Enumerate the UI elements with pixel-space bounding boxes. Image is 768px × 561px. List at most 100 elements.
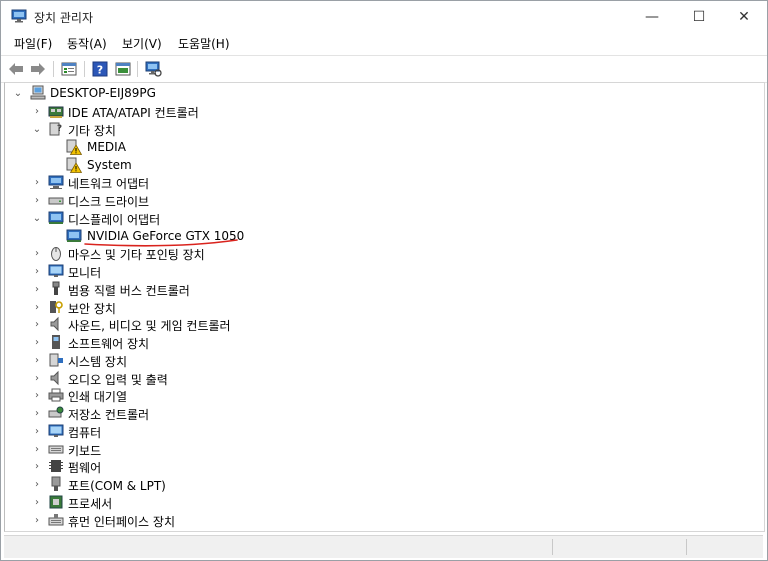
tree-item-label: 소프트웨어 장치 <box>68 337 150 351</box>
hid-icon <box>48 512 64 528</box>
root-label: DESKTOP-EIJ89PG <box>50 86 156 100</box>
tree-item-security-devices[interactable]: › 보안 장치 <box>5 299 745 316</box>
chevron-right-icon[interactable]: › <box>32 408 42 419</box>
tree-item-processors[interactable]: › 프로세서 <box>5 494 745 511</box>
window-title: 장치 관리자 <box>34 11 94 25</box>
tree-item-disk-drives[interactable]: › 디스크 드라이브 <box>5 192 745 210</box>
tree-item-label: 휴먼 인터페이스 장치 <box>68 515 175 529</box>
status-bar <box>4 535 763 558</box>
other-devices-icon: ? <box>48 121 64 137</box>
close-button[interactable]: ✕ <box>721 1 767 32</box>
chevron-right-icon[interactable]: › <box>32 302 42 313</box>
tree-item-network-adapters[interactable]: › 네트워크 어댑터 <box>5 174 745 191</box>
tree-item-computer[interactable]: › 컴퓨터 <box>5 423 745 440</box>
minimize-button[interactable]: — <box>629 1 675 32</box>
tree-item-label: 포트(COM & LPT) <box>68 479 166 493</box>
display-adapter-icon <box>48 210 64 226</box>
help-icon[interactable]: ? <box>90 59 110 79</box>
tree-item-media[interactable]: MEDIA <box>5 139 745 156</box>
tree-item-label: 마우스 및 기타 포인팅 장치 <box>68 248 205 262</box>
audio-io-icon <box>48 370 64 386</box>
software-device-icon <box>48 334 64 350</box>
menu-action[interactable]: 동작(A) <box>67 35 107 52</box>
status-divider <box>552 539 553 555</box>
svg-text:?: ? <box>97 64 103 77</box>
tree-item-audio-io[interactable]: › 오디오 입력 및 출력 <box>5 370 745 387</box>
tree-item-label: IDE ATA/ATAPI 컨트롤러 <box>68 106 199 120</box>
chevron-right-icon[interactable]: › <box>32 390 42 401</box>
chevron-right-icon[interactable]: › <box>32 426 42 437</box>
tree-item-sound-video-game[interactable]: › 사운드, 비디오 및 게임 컨트롤러 <box>5 316 745 333</box>
tree-item-label: 범용 직렬 버스 컨트롤러 <box>68 284 190 298</box>
chevron-right-icon[interactable]: › <box>32 284 42 295</box>
tree-item-storage-controllers[interactable]: › 저장소 컨트롤러 <box>5 405 745 422</box>
chevron-right-icon[interactable]: › <box>32 319 42 330</box>
chevron-right-icon[interactable]: › <box>32 355 42 366</box>
properties-icon[interactable] <box>59 59 79 79</box>
tree-item-system-devices[interactable]: › 시스템 장치 <box>5 352 745 369</box>
tree-item-firmware[interactable]: › 펌웨어 <box>5 458 745 475</box>
tree-item-mice[interactable]: › 마우스 및 기타 포인팅 장치 <box>5 245 745 262</box>
chevron-right-icon[interactable]: › <box>32 373 42 384</box>
back-icon[interactable] <box>6 59 26 79</box>
tree-item-ports[interactable]: › 포트(COM & LPT) <box>5 476 745 493</box>
tree-item-label: 펌웨어 <box>68 461 102 475</box>
scan-hardware-icon[interactable] <box>143 59 163 79</box>
security-device-icon <box>48 299 64 315</box>
tree-item-label: 오디오 입력 및 출력 <box>68 373 168 387</box>
chevron-right-icon[interactable]: › <box>32 106 42 117</box>
tree-item-label: 기타 장치 <box>68 124 116 138</box>
computer-root-icon <box>30 85 46 101</box>
toolbar-separator <box>53 61 54 77</box>
chevron-right-icon[interactable]: › <box>32 515 42 526</box>
tree-item-monitors[interactable]: › 모니터 <box>5 263 745 280</box>
chevron-right-icon[interactable]: › <box>32 266 42 277</box>
chevron-right-icon[interactable]: › <box>32 195 42 206</box>
warning-device-icon <box>66 139 83 155</box>
tree-root[interactable]: ⌄ DESKTOP-EIJ89PG <box>5 85 745 102</box>
tree-item-label: 프로세서 <box>68 497 113 511</box>
chevron-down-icon[interactable]: ⌄ <box>13 88 23 99</box>
toolbar: ? <box>1 55 767 83</box>
tree-item-software-devices[interactable]: › 소프트웨어 장치 <box>5 334 745 351</box>
tree-item-nvidia-gtx-1050[interactable]: NVIDIA GeForce GTX 1050 <box>5 228 745 245</box>
system-device-icon <box>48 352 64 368</box>
tree-item-keyboards[interactable]: › 키보드 <box>5 441 745 459</box>
tree-item-ide-ata-atapi[interactable]: › IDE ATA/ATAPI 컨트롤러 <box>5 103 745 121</box>
keyboard-icon <box>48 441 64 457</box>
chevron-right-icon[interactable]: › <box>32 177 42 188</box>
maximize-button[interactable]: ☐ <box>676 1 722 32</box>
tree-item-label: 보안 장치 <box>68 302 116 316</box>
disk-drive-icon <box>48 192 64 208</box>
menu-help[interactable]: 도움말(H) <box>178 35 230 52</box>
chevron-right-icon[interactable]: › <box>32 497 42 508</box>
update-driver-icon[interactable] <box>113 59 133 79</box>
chevron-down-icon[interactable]: ⌄ <box>32 213 42 224</box>
chevron-right-icon[interactable]: › <box>32 461 42 472</box>
tree-item-system[interactable]: System <box>5 157 745 174</box>
tree-item-label: 모니터 <box>68 266 102 280</box>
menu-view[interactable]: 보기(V) <box>122 35 162 52</box>
tree-item-usb-controllers[interactable]: › 범용 직렬 버스 컨트롤러 <box>5 281 745 298</box>
tree-item-label: 디스크 드라이브 <box>68 195 150 209</box>
chevron-right-icon[interactable]: › <box>32 479 42 490</box>
menu-file[interactable]: 파일(F) <box>14 35 52 52</box>
chevron-right-icon[interactable]: › <box>32 444 42 455</box>
chevron-down-icon[interactable]: ⌄ <box>32 124 42 135</box>
tree-item-label: 인쇄 대기열 <box>68 390 128 404</box>
title-bar[interactable]: 장치 관리자 — ☐ ✕ <box>1 1 767 32</box>
tree-item-label: 사운드, 비디오 및 게임 컨트롤러 <box>68 319 231 333</box>
tree-item-display-adapters[interactable]: ⌄ 디스플레이 어댑터 <box>5 210 745 227</box>
tree-item-hid[interactable]: › 휴먼 인터페이스 장치 <box>5 512 745 529</box>
forward-icon[interactable] <box>28 59 48 79</box>
chevron-right-icon[interactable]: › <box>32 248 42 259</box>
device-manager-app-icon <box>11 9 27 23</box>
tree-item-print-queues[interactable]: › 인쇄 대기열 <box>5 387 745 404</box>
tree-item-label: 컴퓨터 <box>68 426 102 440</box>
monitor-icon <box>48 263 64 279</box>
tree-item-label: 디스플레이 어댑터 <box>68 213 161 227</box>
tree-item-other-devices[interactable]: ⌄ ? 기타 장치 <box>5 121 745 138</box>
toolbar-separator <box>137 61 138 77</box>
tree-item-label: 키보드 <box>68 444 102 458</box>
chevron-right-icon[interactable]: › <box>32 337 42 348</box>
